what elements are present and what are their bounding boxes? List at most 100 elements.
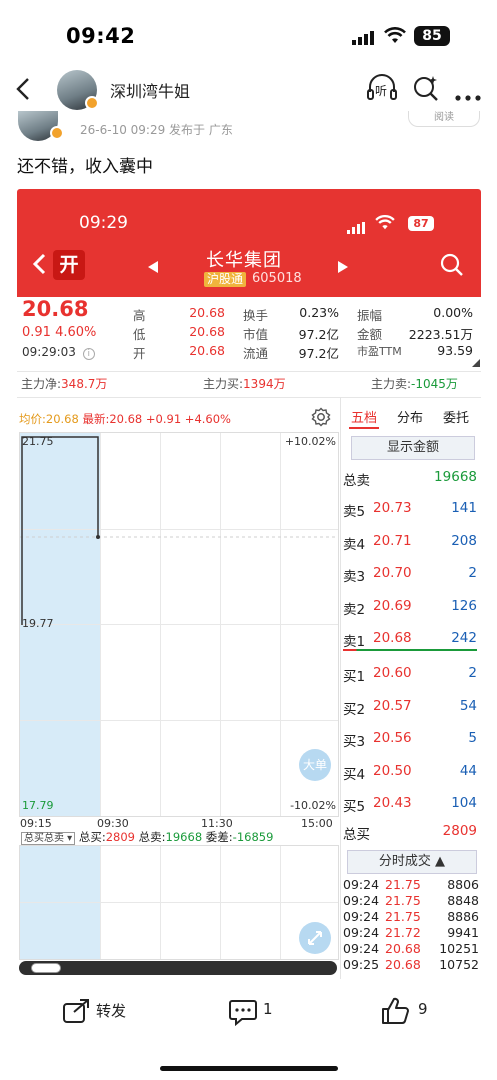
tick-trades-toggle[interactable]: 分时成交 ▲ [347, 850, 477, 874]
level-price: 20.69 [373, 597, 412, 614]
level-price: 20.56 [373, 730, 412, 746]
quote-value: 2223.51万 [408, 327, 473, 342]
trade-price: 21.75 [385, 909, 421, 924]
trade-price: 20.68 [385, 941, 421, 956]
show-amount-button[interactable]: 显示金额 [351, 436, 475, 460]
post-image[interactable]: 09:29 87 开 长华集团 沪股通 605018 20.68 0.91 4.… [17, 189, 481, 979]
trade-volume: 9941 [447, 925, 479, 940]
tab-orders[interactable]: 委托 [443, 407, 469, 426]
indicator-selector[interactable]: 总买总卖 ▾ [21, 832, 76, 845]
level-price: 20.43 [373, 795, 412, 811]
trade-price: 21.75 [385, 893, 421, 908]
trade-time: 09:24 [343, 909, 380, 924]
expand-chart-icon[interactable] [299, 922, 331, 954]
total-sell-label: 总卖 [343, 473, 370, 489]
more-icon[interactable] [455, 86, 483, 105]
quote-value: 97.2亿 [298, 327, 339, 342]
avg-price-legend: 均价:20.68 [19, 412, 79, 426]
status-time: 09:42 [66, 24, 136, 48]
like-count[interactable]: 9 [418, 1000, 428, 1018]
trade-time: 09:24 [343, 877, 380, 892]
level-label: 买3 [343, 734, 366, 750]
x-tick: 15:00 [301, 817, 333, 830]
latest-price-legend: 最新:20.68 +0.91 +4.60% [82, 412, 231, 426]
scroll-thumb[interactable] [31, 963, 61, 973]
trade-volume: 10251 [439, 941, 479, 956]
volume-chart[interactable] [19, 845, 339, 960]
level-price: 20.57 [373, 697, 412, 714]
main-sell-flow: 主力卖:-1045万 [371, 375, 458, 392]
y-label-mid: 19.77 [22, 617, 54, 630]
trade-price: 20.68 [385, 957, 421, 972]
level-volume: 5 [468, 730, 477, 746]
pct-label-top: +10.02% [284, 435, 336, 448]
inner-search-icon [440, 253, 464, 281]
open-badge: 开 [53, 250, 85, 280]
level-price: 20.73 [373, 500, 412, 516]
main-buy-label: 主力买: [203, 377, 244, 391]
stock-name: 长华集团 [206, 250, 282, 271]
back-button[interactable] [12, 76, 34, 102]
level-price: 20.70 [373, 565, 412, 581]
chart-scrollbar[interactable] [19, 961, 337, 975]
exchange-tag: 沪股通 [204, 272, 247, 287]
inner-back-icon [31, 253, 47, 279]
quote-label: 金额 [357, 327, 383, 342]
quote-value: 0.23% [299, 305, 339, 320]
total-buy-value: 2809 [442, 823, 477, 839]
trade-volume: 8848 [447, 893, 479, 908]
divider [17, 371, 481, 372]
trade-volume: 8806 [447, 877, 479, 892]
next-stock-icon [337, 259, 349, 278]
trade-price: 21.72 [385, 925, 421, 940]
quote-time: 09:29:03 i [22, 345, 95, 360]
current-price: 20.68 [22, 297, 89, 321]
quote-time-text: 09:29:03 [22, 345, 76, 359]
total-buy-label: 总买 [343, 827, 370, 843]
quote-label: 振幅 [357, 308, 383, 323]
trade-time: 09:24 [343, 941, 380, 956]
inner-status-time: 09:29 [79, 213, 128, 233]
listen-button[interactable]: 听 [366, 74, 398, 104]
quote-label: 市盈TTM [357, 345, 402, 358]
level-volume: 242 [451, 630, 477, 646]
verified-badge-icon [85, 96, 99, 110]
battery-icon: 85 [414, 26, 450, 46]
share-button[interactable]: 转发 [96, 1000, 126, 1021]
order-diff-label: 委差: [205, 830, 233, 844]
level-price: 20.68 [373, 630, 412, 646]
ai-search-icon[interactable] [412, 74, 440, 106]
total-buy-legend: 2809 [105, 830, 136, 844]
comment-icon[interactable] [228, 998, 258, 1030]
level-price: 20.60 [373, 665, 412, 681]
level-volume: 2 [468, 665, 477, 681]
verified-badge-icon [50, 126, 64, 140]
inner-wifi-icon [375, 215, 395, 235]
intraday-chart[interactable]: 21.75 19.77 17.79 +10.02% -10.02% [19, 432, 339, 817]
level-label: 卖5 [343, 504, 366, 520]
author-name[interactable]: 深圳湾牛姐 [110, 78, 190, 102]
level-label: 卖4 [343, 536, 366, 553]
total-sell-value: 19668 [434, 469, 477, 485]
wifi-icon [384, 27, 406, 49]
level-label: 卖1 [343, 634, 366, 650]
tab-level5[interactable]: 五档 [351, 407, 377, 426]
comment-count[interactable]: 1 [263, 1000, 273, 1018]
level-label: 买1 [343, 669, 366, 685]
quote-label: 流通 [243, 346, 269, 361]
total-sell-legend-label: 总卖: [138, 830, 166, 844]
level-volume: 44 [459, 762, 477, 779]
level-label: 买5 [343, 799, 366, 815]
main-net-label: 主力净: [21, 377, 62, 391]
quote-value: 20.68 [189, 305, 225, 320]
share-icon[interactable] [62, 998, 90, 1028]
quote-value: 20.68 [189, 324, 225, 339]
big-order-button[interactable]: 大单 [299, 749, 331, 781]
trade-volume: 10752 [439, 957, 479, 972]
like-icon[interactable] [380, 996, 410, 1030]
quote-value: 97.2亿 [298, 346, 339, 361]
tab-distribution[interactable]: 分布 [397, 407, 423, 426]
main-sell-label: 主力卖: [371, 377, 412, 391]
listen-label: 听 [375, 84, 388, 98]
chart-settings-icon [311, 407, 331, 431]
